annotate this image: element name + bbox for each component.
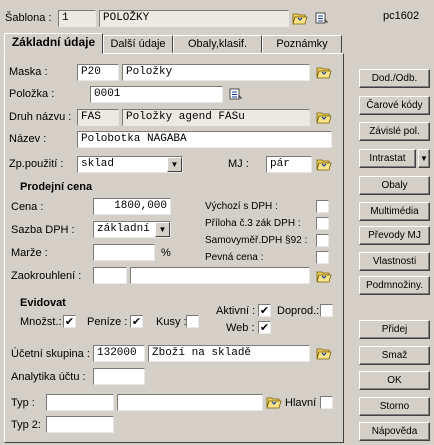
- polozka-label: Položka :: [9, 88, 55, 100]
- mj-field[interactable]: pár: [266, 156, 312, 173]
- vlastnosti-button[interactable]: Vlastnosti: [359, 252, 430, 271]
- multimedia-button[interactable]: Multimédia: [359, 202, 430, 221]
- hlavni-label: Hlavní: [285, 397, 317, 409]
- podmnoziny-button[interactable]: Podmnožiny.: [359, 276, 430, 295]
- maska-name-field[interactable]: Položky: [122, 64, 310, 81]
- druh-name-field[interactable]: Položky agend FASu: [122, 109, 310, 126]
- typ-code-field[interactable]: [46, 394, 114, 411]
- form-code: pc1602: [383, 10, 420, 22]
- samovymer-checkbox[interactable]: [316, 234, 329, 247]
- analytika-label: Analytika účtu :: [11, 371, 86, 383]
- obaly-button[interactable]: Obaly: [359, 176, 430, 195]
- typ2-label: Typ 2:: [11, 419, 41, 431]
- list-tool-icon[interactable]: [229, 88, 243, 101]
- zp-pouziti-label: Zp.použití :: [9, 158, 64, 170]
- prevody-mj-button[interactable]: Převody MJ: [359, 226, 430, 245]
- list-tool-icon[interactable]: [315, 12, 329, 25]
- carove-kody-button[interactable]: Čarové kódy: [359, 96, 430, 115]
- druh-nazvu-label: Druh názvu :: [9, 111, 72, 123]
- sablona-label: Šablona :: [5, 12, 52, 24]
- marze-field[interactable]: [93, 244, 155, 261]
- penize-label: Peníze :: [87, 316, 128, 328]
- druh-code-field[interactable]: FAS: [77, 109, 119, 126]
- sablona-number-field[interactable]: 1: [58, 10, 96, 27]
- intrastat-button[interactable]: Intrastat: [359, 149, 416, 168]
- sablona-name-field[interactable]: POLOŽKY: [99, 10, 289, 27]
- folder-open-icon[interactable]: [316, 270, 332, 283]
- typ-name-field[interactable]: [117, 394, 263, 411]
- folder-open-icon[interactable]: [266, 396, 282, 409]
- web-label: Web :: [226, 322, 255, 334]
- sazba-dph-label: Sazba DPH :: [11, 224, 75, 236]
- ucetni-skupina-name-field[interactable]: Zboží na skladě: [148, 345, 310, 362]
- storno-button[interactable]: Storno: [359, 397, 430, 416]
- folder-open-icon[interactable]: [316, 66, 332, 79]
- prodejni-cena-title: Prodejní cena: [20, 181, 93, 193]
- intrastat-dropdown-button[interactable]: ▼: [418, 149, 430, 168]
- triangle-down-icon: ▼: [420, 154, 428, 163]
- penize-checkbox[interactable]: ✔: [130, 315, 143, 328]
- marze-label: Marže :: [11, 247, 48, 259]
- nazev-label: Název :: [9, 133, 47, 145]
- zaokrouhleni-name-field[interactable]: [130, 267, 310, 284]
- samovymer-label: Samovyměř.DPH §92 :: [205, 235, 308, 246]
- kusy-label: Kusy :: [156, 316, 187, 328]
- maska-label: Maska :: [9, 66, 48, 78]
- typ-label: Typ :: [11, 397, 35, 409]
- tab-dalsi-udaje[interactable]: Další údaje: [103, 35, 173, 53]
- maska-code-field[interactable]: P20: [77, 64, 119, 81]
- cena-field[interactable]: 1800,000: [93, 198, 171, 215]
- cena-label: Cena :: [11, 201, 44, 213]
- aktivni-checkbox[interactable]: ✔: [258, 304, 271, 317]
- pevna-cena-label: Pevná cena :: [205, 252, 264, 263]
- zaokrouhleni-label: Zaokrouhlení :: [11, 270, 82, 282]
- pridej-button[interactable]: Přidej: [359, 320, 430, 339]
- mnozst-label: Množst.:: [20, 316, 62, 328]
- marze-unit: %: [161, 247, 171, 259]
- typ2-field[interactable]: [46, 416, 114, 433]
- ucetni-skupina-code-field[interactable]: 132000: [93, 345, 145, 362]
- evidovat-title: Evidovat: [20, 297, 66, 309]
- tab-poznamky[interactable]: Poznámky: [262, 35, 342, 53]
- vychozi-s-dph-checkbox[interactable]: [316, 200, 329, 213]
- pevna-cena-checkbox[interactable]: [316, 251, 329, 264]
- napoveda-button[interactable]: Nápověda: [359, 422, 430, 441]
- kusy-checkbox[interactable]: [186, 315, 199, 328]
- mnozst-checkbox[interactable]: ✔: [63, 315, 76, 328]
- chevron-down-icon[interactable]: ▼: [155, 222, 170, 237]
- tab-obaly-klasif[interactable]: Obaly,klasif.: [173, 35, 262, 53]
- dod-odb-button[interactable]: Dod./Odb.: [359, 69, 430, 88]
- mj-label: MJ :: [228, 158, 249, 170]
- zavisle-pol-button[interactable]: Závislé pol.: [359, 122, 430, 141]
- tab-zakladni-udaje[interactable]: Základní údaje: [4, 33, 103, 54]
- polozka-field[interactable]: 0001: [90, 86, 223, 103]
- aktivni-label: Aktivní :: [216, 305, 256, 317]
- ucetni-skupina-label: Účetní skupina :: [11, 348, 90, 360]
- nazev-field[interactable]: Polobotka NAGABA: [77, 131, 332, 148]
- doprod-label: Doprod.:: [277, 305, 320, 317]
- zaokrouhleni-code-field[interactable]: [93, 267, 127, 284]
- chevron-down-icon[interactable]: ▼: [167, 157, 182, 172]
- web-checkbox[interactable]: ✔: [258, 321, 271, 334]
- doprod-checkbox[interactable]: [320, 304, 333, 317]
- folder-open-icon[interactable]: [316, 347, 332, 360]
- smaz-button[interactable]: Smaž: [359, 346, 430, 365]
- vychozi-s-dph-label: Výchozí s DPH :: [205, 201, 278, 212]
- ok-button[interactable]: OK: [359, 371, 430, 390]
- hlavni-checkbox[interactable]: [320, 396, 333, 409]
- folder-open-icon[interactable]: [292, 12, 308, 25]
- folder-open-icon[interactable]: [316, 158, 332, 171]
- analytika-field[interactable]: [93, 368, 145, 385]
- folder-open-icon[interactable]: [316, 111, 332, 124]
- priloha-checkbox[interactable]: [316, 217, 329, 230]
- priloha-label: Příloha č.3 zák DPH :: [205, 218, 301, 229]
